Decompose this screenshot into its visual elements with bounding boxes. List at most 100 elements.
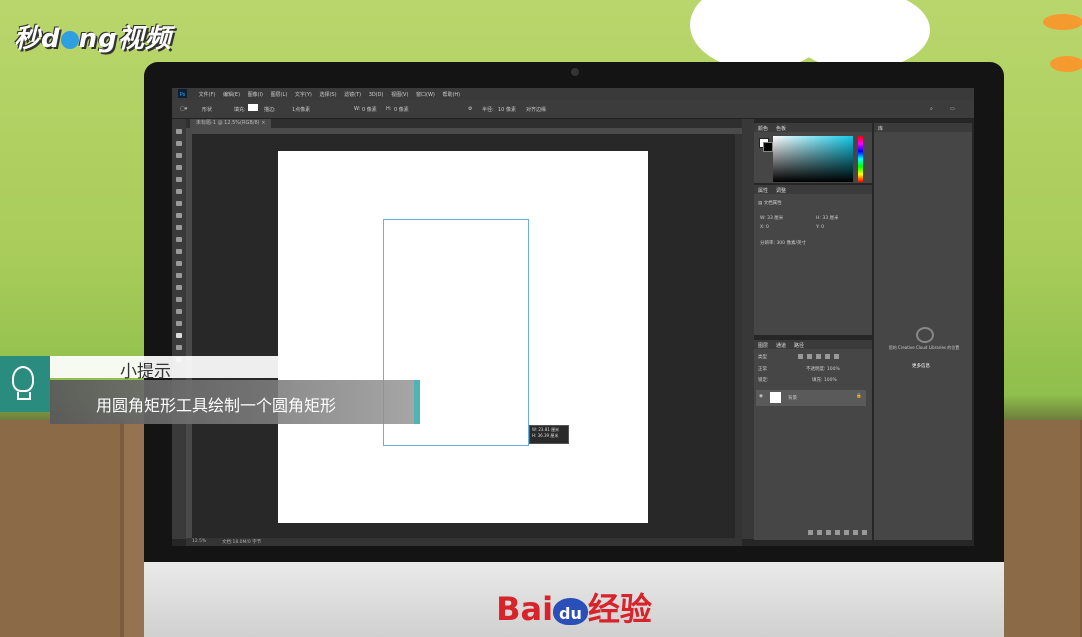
lock-label: 锁定:	[758, 378, 769, 383]
fill-input[interactable]: 填充: 100%	[812, 377, 837, 383]
quick-select-tool-icon[interactable]	[176, 165, 182, 170]
prop-y[interactable]: Y: 0	[816, 225, 824, 230]
path-select-tool-icon[interactable]	[176, 321, 182, 326]
paw-icon: du	[553, 597, 588, 625]
orange-blob	[1050, 56, 1082, 72]
fill-swatch[interactable]	[248, 104, 258, 111]
tab-properties[interactable]: 属性	[758, 187, 768, 194]
smart-filter-icon[interactable]	[834, 354, 839, 359]
opacity-input[interactable]: 不透明度: 100%	[806, 366, 840, 372]
status-bar: 12.5% 文档:18.0M/0 字节	[186, 538, 742, 546]
tab-swatches[interactable]: 色板	[776, 125, 786, 132]
tab-libraries[interactable]: 库	[878, 125, 883, 132]
crop-tool-icon[interactable]	[176, 177, 182, 182]
layer-row-background[interactable]: ◉ 背景 🔒	[756, 390, 866, 406]
document-tab[interactable]: 未标题-1 @ 12.5%(RGB/8) ×	[190, 119, 272, 128]
blur-tool-icon[interactable]	[176, 273, 182, 278]
tab-channels[interactable]: 通道	[776, 342, 786, 349]
prop-width[interactable]: W: 33 厘米	[760, 215, 783, 221]
workspace-icon[interactable]: ▭	[950, 106, 955, 112]
background-color[interactable]	[763, 142, 773, 152]
eye-icon[interactable]: ◉	[759, 394, 763, 399]
trash-icon[interactable]	[862, 530, 867, 535]
brush-tool-icon[interactable]	[176, 213, 182, 218]
prop-height[interactable]: H: 33 厘米	[816, 215, 839, 221]
history-brush-tool-icon[interactable]	[176, 237, 182, 242]
play-icon	[60, 30, 79, 49]
gradient-tool-icon[interactable]	[176, 261, 182, 266]
lasso-tool-icon[interactable]	[176, 153, 182, 158]
eyedropper-tool-icon[interactable]	[176, 189, 182, 194]
document-canvas[interactable]: W: 23.81 厘米 H: 36.39 厘米	[278, 151, 648, 523]
libraries-more-info-link[interactable]: 更多信息	[912, 363, 930, 369]
dodge-tool-icon[interactable]	[176, 285, 182, 290]
creative-cloud-icon	[916, 327, 934, 343]
cloud	[790, 0, 930, 70]
color-panel: 颜色 色板	[754, 123, 872, 183]
doc-properties-label: ▤ 文档属性	[758, 201, 782, 206]
adjustment-icon[interactable]	[835, 530, 840, 535]
pen-tool-icon[interactable]	[176, 297, 182, 302]
tab-layers[interactable]: 图层	[758, 342, 768, 349]
type-filter-icon[interactable]	[816, 354, 821, 359]
tab-color[interactable]: 颜色	[758, 125, 768, 132]
libraries-message: 您的 Creative Cloud Libraries 的位置	[888, 345, 960, 350]
eraser-tool-icon[interactable]	[176, 249, 182, 254]
shape-filter-icon[interactable]	[825, 354, 830, 359]
zoom-level[interactable]: 12.5%	[192, 539, 206, 544]
vertical-scrollbar[interactable]	[735, 134, 742, 538]
pixel-filter-icon[interactable]	[798, 354, 803, 359]
link-icon[interactable]	[808, 530, 813, 535]
hue-slider[interactable]	[858, 136, 863, 182]
canvas-area[interactable]: W: 23.81 厘米 H: 36.39 厘米	[192, 134, 742, 538]
hand-tool-icon[interactable]	[176, 345, 182, 350]
move-tool-icon[interactable]	[176, 129, 182, 134]
lightbulb-base	[17, 392, 31, 400]
blend-mode-select[interactable]: 正常	[758, 366, 767, 372]
tip-accent	[414, 380, 420, 424]
w-input[interactable]: 0 像素	[362, 106, 377, 113]
orange-blob	[1043, 14, 1082, 30]
tool-preset-icon[interactable]: ▢▾	[180, 106, 187, 112]
rounded-rectangle-tool-icon[interactable]	[176, 333, 182, 338]
webcam	[571, 68, 579, 76]
fx-icon[interactable]	[817, 530, 822, 535]
layer-thumbnail	[770, 392, 781, 403]
healing-tool-icon[interactable]	[176, 201, 182, 206]
layer-actions	[808, 530, 871, 537]
baidu-jingyan-logo: Bai du 经验	[496, 590, 652, 628]
tools-panel	[172, 119, 186, 539]
stamp-tool-icon[interactable]	[176, 225, 182, 230]
stroke-label: 描边:	[264, 107, 276, 113]
new-layer-icon[interactable]	[853, 530, 858, 535]
mask-icon[interactable]	[826, 530, 831, 535]
marquee-tool-icon[interactable]	[176, 141, 182, 146]
align-edges-checkbox[interactable]: 对齐边缘	[526, 106, 546, 113]
adjust-filter-icon[interactable]	[807, 354, 812, 359]
w-label: W:	[354, 106, 361, 112]
tab-adjustments[interactable]: 调整	[776, 187, 786, 194]
type-tool-icon[interactable]	[176, 309, 182, 314]
search-icon[interactable]: ⌕	[930, 106, 933, 112]
fill-label: 填充:	[234, 107, 246, 113]
layer-filter-icons[interactable]	[798, 354, 843, 361]
ps-logo-icon: Ps	[178, 89, 187, 98]
prop-x[interactable]: X: 0	[760, 225, 769, 230]
tip-title: 小提示	[120, 362, 171, 382]
layer-kind-filter[interactable]: 类型	[758, 354, 767, 360]
color-spectrum[interactable]	[773, 136, 853, 182]
stroke-width-input[interactable]: 1点像素	[292, 106, 310, 113]
document-tab-bar: 未标题-1 @ 12.5%(RGB/8) ×	[186, 119, 742, 128]
folder-icon[interactable]	[844, 530, 849, 535]
gear-icon[interactable]: ⚙	[468, 106, 472, 112]
radius-input[interactable]: 10 像素	[498, 106, 516, 113]
h-input[interactable]: 0 像素	[394, 106, 409, 113]
dimension-tooltip: W: 23.81 厘米 H: 36.39 厘米	[529, 425, 569, 444]
lock-icon: 🔒	[856, 394, 862, 399]
options-bar: ▢▾ 形状 填充: 描边: 1点像素 W: 0 像素 H: 0 像素 ⚙ 半径:…	[172, 100, 974, 119]
layers-panel: 图层 通道 路径 类型 正常 不透明度: 100% 锁定: 填充: 100% ◉ 背…	[754, 340, 872, 540]
lightbulb-icon	[12, 366, 34, 392]
monitor-chin: Bai du 经验	[144, 562, 1004, 637]
tab-paths[interactable]: 路径	[794, 342, 804, 349]
mode-select[interactable]: 形状	[202, 106, 212, 113]
